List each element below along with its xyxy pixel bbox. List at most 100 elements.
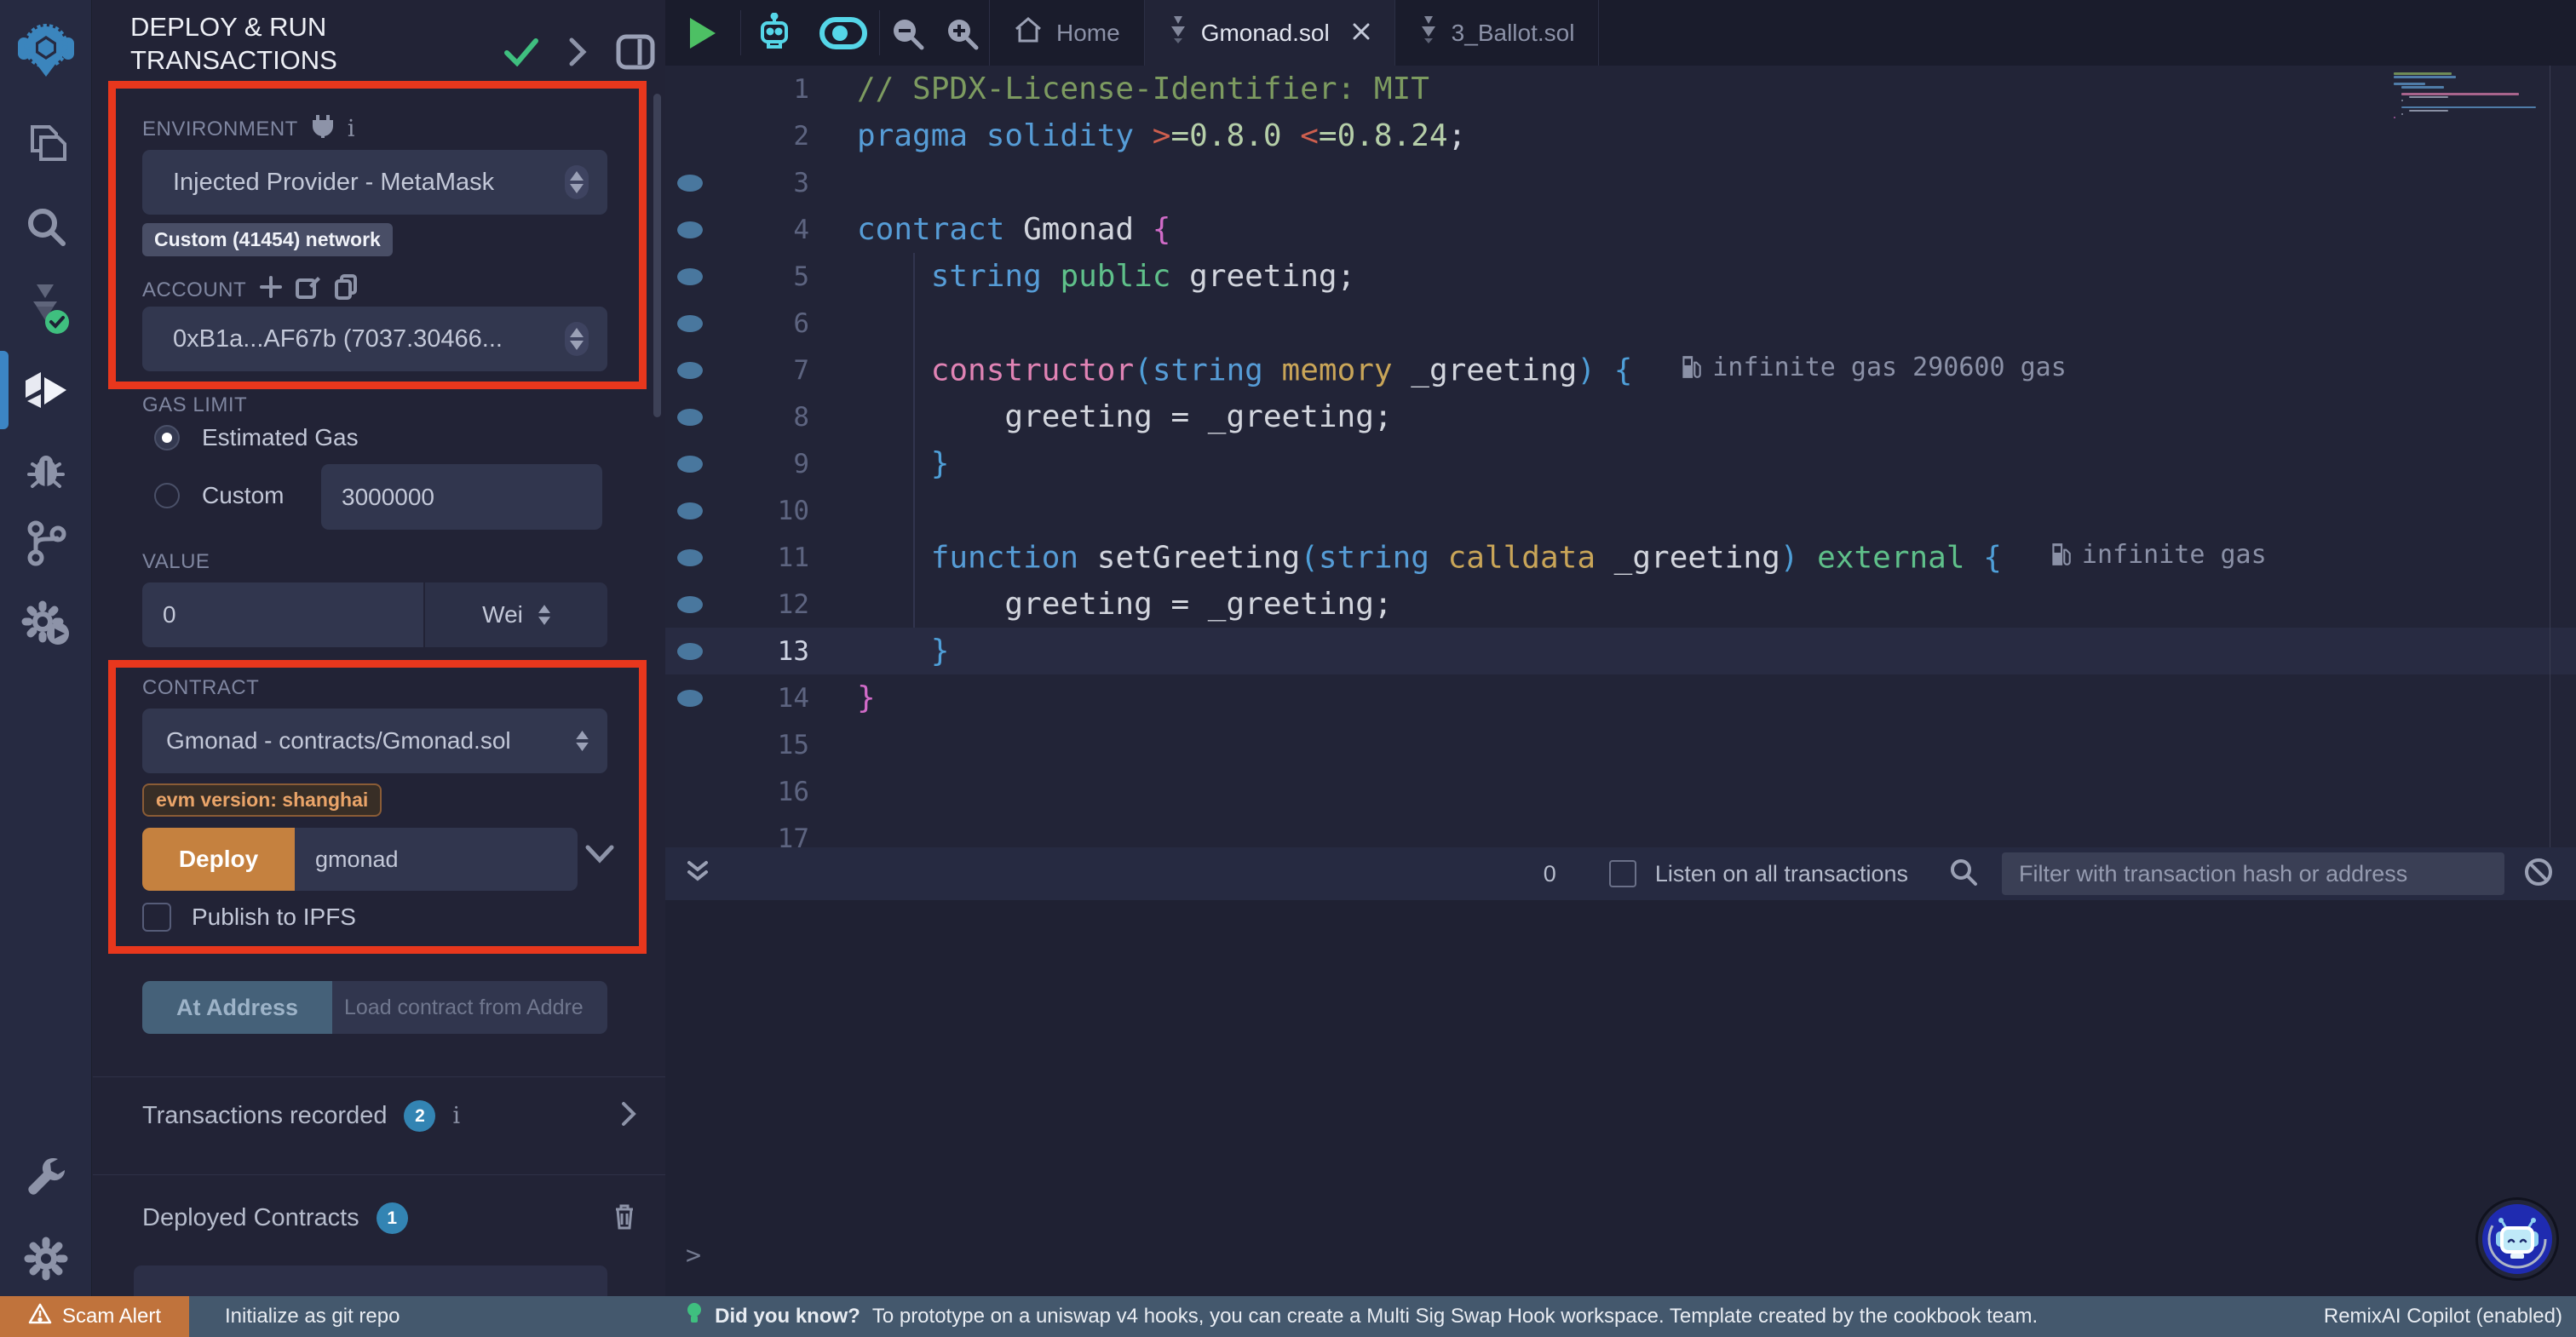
code-line[interactable]: 16 [665,768,2576,815]
editor-region: Home Gmonad.sol 3_Ballot.sol 1// SPDX-Li… [665,0,2576,1296]
edit-account-icon[interactable] [296,275,321,305]
code-line[interactable]: 15 [665,721,2576,768]
copy-account-icon[interactable] [335,274,357,306]
line-number: 17 [703,823,809,848]
at-address-input[interactable] [332,981,607,1034]
value-input[interactable] [142,582,423,647]
code-line[interactable]: 6 [665,300,2576,347]
tab-home[interactable]: Home [989,0,1145,66]
file-explorer-icon[interactable] [0,119,92,167]
publish-ipfs-checkbox[interactable] [142,903,171,932]
code-line[interactable]: 5 string public greeting; [665,253,2576,300]
tab-gmonad-sol[interactable]: Gmonad.sol [1145,0,1395,66]
settings-gear-icon[interactable] [0,1235,92,1282]
deploy-button[interactable]: Deploy [142,828,295,891]
code-line[interactable]: 3 [665,159,2576,206]
collapse-terminal-icon[interactable] [686,859,710,889]
add-account-icon[interactable] [260,276,282,304]
custom-gas-radio-row[interactable]: Custom [154,482,284,509]
gutter-dot-icon[interactable] [677,643,703,660]
custom-gas-radio[interactable] [154,483,180,508]
gutter-dot-icon[interactable] [677,362,703,379]
evm-version-badge: evm version: shanghai [142,783,382,817]
debugger-icon[interactable] [0,446,92,494]
plugin-manager-icon[interactable] [0,598,92,649]
gutter-dot-icon[interactable] [677,268,703,285]
gutter-dot-icon[interactable] [677,409,703,426]
deploy-expand-chevron-icon[interactable] [585,845,614,868]
gutter-dot-icon[interactable] [677,315,703,332]
gas-estimate-annotation: infinite gas [2050,540,2267,570]
environment-section-label: ENVIRONMENT i [142,114,355,144]
close-tab-icon[interactable] [1352,20,1371,47]
deployed-count-badge: 1 [377,1202,408,1234]
deploy-param-input[interactable] [295,828,578,891]
code-line[interactable]: 2pragma solidity >=0.8.0 <=0.8.24; [665,112,2576,159]
publish-ipfs-row[interactable]: Publish to IPFS [142,903,356,932]
code-line[interactable]: 7 constructor(string memory _greeting) {… [665,347,2576,393]
environment-info-icon[interactable]: i [348,116,355,142]
estimated-gas-radio[interactable] [154,425,180,450]
solidity-compiler-icon[interactable] [0,281,92,336]
code-editor[interactable]: 1// SPDX-License-Identifier: MIT2pragma … [665,66,2576,847]
deploy-and-run-icon[interactable] [0,366,92,414]
clear-console-icon[interactable] [2523,857,2554,892]
code-line[interactable]: 17 [665,815,2576,847]
copilot-status[interactable]: RemixAI Copilot (enabled) [2324,1305,2562,1328]
tools-wrench-icon[interactable] [0,1153,92,1201]
plug-icon[interactable] [312,114,334,144]
git-init-button[interactable]: Initialize as git repo [225,1305,400,1328]
scam-alert-button[interactable]: Scam Alert [0,1296,189,1337]
environment-select[interactable]: Injected Provider - MetaMask [142,150,607,215]
copilot-toggle-icon[interactable] [808,0,879,66]
at-address-button[interactable]: At Address [142,981,332,1034]
remix-ai-assistant-button[interactable] [2478,1200,2556,1278]
transaction-filter-input[interactable] [2002,852,2504,895]
estimated-gas-radio-row[interactable]: Estimated Gas [154,424,359,451]
gutter-dot-icon[interactable] [677,502,703,519]
git-icon[interactable] [0,519,92,567]
code-line[interactable]: 14} [665,674,2576,721]
trash-icon[interactable] [612,1202,636,1234]
code-line[interactable]: 4contract Gmonad { [665,206,2576,253]
gutter-dot-icon[interactable] [677,596,703,613]
code-line[interactable]: 12 greeting = _greeting; [665,581,2576,628]
pin-panel-icon[interactable] [616,34,655,74]
gas-estimate-annotation: infinite gas 290600 gas [1680,353,2066,382]
panel-title: DEPLOY & RUN TRANSACTIONS [130,10,497,77]
listen-transactions-checkbox[interactable] [1609,860,1636,887]
transactions-recorded-row[interactable]: Transactions recorded 2 i [142,1100,636,1132]
gutter-dot-icon[interactable] [677,549,703,566]
code-line[interactable]: 11 function setGreeting(string calldata … [665,534,2576,581]
panel-forward-icon[interactable] [568,37,587,72]
minimap[interactable] [2394,72,2547,130]
gutter-dot-icon[interactable] [677,690,703,707]
code-line[interactable]: 9 } [665,440,2576,487]
code-line[interactable]: 10 [665,487,2576,534]
run-script-icon[interactable] [665,0,740,66]
terminal-output[interactable]: > [665,900,2576,1296]
remix-logo-icon[interactable] [0,20,92,80]
custom-gas-input[interactable] [321,464,602,530]
gutter-dot-icon[interactable] [677,456,703,473]
transactions-expand-icon[interactable] [621,1101,636,1131]
contract-select[interactable]: Gmonad - contracts/Gmonad.sol [142,709,607,773]
terminal-search-icon[interactable] [1949,858,1978,891]
code-text: } [857,634,949,668]
account-select[interactable]: 0xB1a...AF67b (7037.30466... [142,307,607,371]
zoom-out-icon[interactable] [880,0,934,66]
ai-robot-icon[interactable] [741,0,808,66]
code-line[interactable]: 1// SPDX-License-Identifier: MIT [665,66,2576,112]
search-icon[interactable] [0,203,92,250]
tab-3-ballot-sol[interactable]: 3_Ballot.sol [1395,0,1600,66]
gutter-dot-icon[interactable] [677,175,703,192]
value-unit-select[interactable]: Wei [425,582,607,647]
code-line[interactable]: 8 greeting = _greeting; [665,393,2576,440]
deployed-contract-item[interactable] [134,1265,607,1296]
transactions-info-icon[interactable]: i [452,1103,460,1129]
zoom-in-icon[interactable] [934,0,989,66]
line-number: 11 [703,542,809,573]
panel-scrollbar[interactable] [653,94,661,417]
code-line[interactable]: 13 } [665,628,2576,674]
gutter-dot-icon[interactable] [677,221,703,238]
